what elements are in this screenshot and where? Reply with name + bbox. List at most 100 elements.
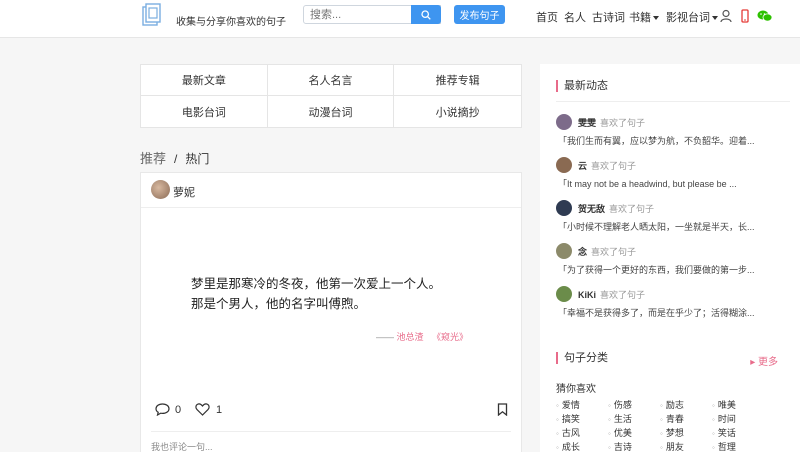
activity-item[interactable]: KiKi 喜欢了句子 「幸福不是获得多了，而是在乎少了；活得糊涂... xyxy=(556,286,790,326)
category-recommended-albums[interactable]: 推荐专辑 xyxy=(394,65,521,96)
tag-link[interactable]: 古风 xyxy=(556,427,608,440)
activity-action: 喜欢了句子 xyxy=(600,118,646,128)
feed-tabs: 推荐 / 热门 xyxy=(140,148,209,167)
top-header: 收集与分享你喜欢的句子 发布句子 首页 名人 古诗词 书籍 影视台词 xyxy=(0,0,800,38)
activity-item[interactable]: 贺无敌 喜欢了句子 「小时候不理解老人晒太阳，一坐就是半天，长... xyxy=(556,200,790,240)
tag-link[interactable]: 优美 xyxy=(608,427,660,440)
sentence-category-title: 句子分类 xyxy=(556,352,608,364)
quote-line-1: 梦里是那寒冷的冬夜，他第一次爱上一个人。 xyxy=(191,277,442,291)
category-latest-articles[interactable]: 最新文章 xyxy=(141,65,268,96)
activity-action: 喜欢了句子 xyxy=(609,204,655,214)
tag-link[interactable]: 生活 xyxy=(608,413,660,426)
activity-text[interactable]: 「It may not be a headwind, but please be… xyxy=(558,177,784,190)
nav-books[interactable]: 书籍 xyxy=(629,9,659,25)
tag-link[interactable]: 成长 xyxy=(556,441,608,452)
chevron-down-icon xyxy=(712,16,718,21)
avatar[interactable] xyxy=(556,114,572,130)
avatar[interactable] xyxy=(556,157,572,173)
tag-link[interactable]: 爱情 xyxy=(556,399,608,412)
activity-user[interactable]: 贺无敌 xyxy=(578,204,605,214)
latest-activity-title: 最新动态 xyxy=(556,80,608,92)
comment-input[interactable]: 我也评论一句... xyxy=(151,431,511,452)
avatar[interactable] xyxy=(556,286,572,302)
search-icon xyxy=(421,9,431,20)
category-famous-quotes[interactable]: 名人名言 xyxy=(267,65,395,96)
post-card: 萝妮 梦里是那寒冷的冬夜，他第一次爱上一个人。 那是个男人，他的名字叫傅煦。 —… xyxy=(140,172,522,452)
comment-button[interactable]: 0 xyxy=(155,403,181,416)
tag-link[interactable]: 朋友 xyxy=(660,441,712,452)
avatar[interactable] xyxy=(556,200,572,216)
like-button[interactable]: 1 xyxy=(195,403,222,416)
tag-link[interactable]: 唯美 xyxy=(712,399,764,412)
caret-right-icon: ▸ xyxy=(750,357,758,368)
divider xyxy=(556,101,790,102)
user-icon[interactable] xyxy=(719,9,733,23)
source-book[interactable]: 《窥光》 xyxy=(432,332,468,342)
bookmark-button[interactable] xyxy=(497,403,508,416)
nav-books-label: 书籍 xyxy=(629,12,651,24)
tag-link[interactable]: 时间 xyxy=(712,413,764,426)
activity-text[interactable]: 「为了获得一个更好的东西，我们要做的第一步... xyxy=(558,263,784,276)
activity-user[interactable]: 念 xyxy=(578,247,587,257)
tab-separator: / xyxy=(174,152,178,166)
heart-icon xyxy=(195,403,210,416)
activity-user[interactable]: KiKi xyxy=(578,290,596,300)
tag-list: 爱情 伤感 励志 唯美 搞笑 生活 青春 时间 古风 优美 梦想 笑话 成长 吉… xyxy=(556,399,786,452)
category-anime-lines[interactable]: 动漫台词 xyxy=(268,96,395,127)
nav-movie-lines[interactable]: 影视台词 xyxy=(666,9,718,25)
tag-link[interactable]: 哲理 xyxy=(712,441,764,452)
tag-link[interactable]: 梦想 xyxy=(660,427,712,440)
post-header: 萝妮 xyxy=(141,173,521,208)
mobile-icon[interactable] xyxy=(738,9,752,23)
nav-home[interactable]: 首页 xyxy=(536,9,558,25)
activity-text[interactable]: 「幸福不是获得多了，而是在乎少了；活得糊涂... xyxy=(558,306,784,319)
tag-link[interactable]: 青春 xyxy=(660,413,712,426)
logo-icon[interactable] xyxy=(142,2,164,28)
tag-link[interactable]: 吉诗 xyxy=(608,441,660,452)
category-grid: 最新文章 名人名言 推荐专辑 电影台词 动漫台词 小说摘抄 xyxy=(140,64,522,128)
activity-item[interactable]: 念喜欢了句子 「为了获得一个更好的东西，我们要做的第一步... xyxy=(556,243,790,283)
activity-item[interactable]: 云喜欢了句子 「It may not be a headwind, but pl… xyxy=(556,157,790,197)
sidebar: 最新动态 雯雯 喜欢了句子 「我们生而有翼，应以梦为航，不负韶华。迎着... 云喜… xyxy=(540,64,800,452)
activity-text[interactable]: 「我们生而有翼，应以梦为航，不负韶华。迎着... xyxy=(558,134,784,147)
more-label: 更多 xyxy=(758,357,778,368)
search-button[interactable] xyxy=(411,5,441,24)
more-link[interactable]: ▸ 更多 xyxy=(750,353,778,368)
tag-link[interactable]: 伤感 xyxy=(608,399,660,412)
activity-action: 喜欢了句子 xyxy=(591,247,637,257)
activity-user[interactable]: 云 xyxy=(578,161,587,171)
publish-button[interactable]: 发布句子 xyxy=(454,5,505,24)
nav-movie-lines-label: 影视台词 xyxy=(666,12,710,24)
activity-user[interactable]: 雯雯 xyxy=(578,118,596,128)
source-author[interactable]: 池总渣 xyxy=(396,332,423,342)
post-quote[interactable]: 梦里是那寒冷的冬夜，他第一次爱上一个人。 那是个男人，他的名字叫傅煦。 xyxy=(191,274,441,314)
like-count: 1 xyxy=(216,403,223,416)
post-author[interactable]: 萝妮 xyxy=(173,184,195,200)
activity-action: 喜欢了句子 xyxy=(591,161,637,171)
tab-recommend[interactable]: 推荐 xyxy=(140,151,166,166)
avatar[interactable] xyxy=(151,180,170,199)
nav-poetry[interactable]: 古诗词 xyxy=(592,9,625,25)
site-slogan: 收集与分享你喜欢的句子 xyxy=(176,17,286,28)
nav-celebrities[interactable]: 名人 xyxy=(564,9,586,25)
chevron-down-icon xyxy=(653,16,659,21)
activity-item[interactable]: 雯雯 喜欢了句子 「我们生而有翼，应以梦为航，不负韶华。迎着... xyxy=(556,114,790,154)
activity-text[interactable]: 「小时候不理解老人晒太阳，一坐就是半天，长... xyxy=(558,220,784,233)
quote-line-2: 那是个男人，他的名字叫傅煦。 xyxy=(191,297,367,311)
tab-hot[interactable]: 热门 xyxy=(185,152,209,166)
search-input[interactable] xyxy=(304,6,412,23)
post-source: —— 池总渣 《窥光》 xyxy=(376,330,468,343)
tag-link[interactable]: 励志 xyxy=(660,399,712,412)
tag-link[interactable]: 笑话 xyxy=(712,427,764,440)
wechat-icon[interactable] xyxy=(757,9,773,23)
bookmark-icon xyxy=(497,403,508,416)
category-novel-excerpts[interactable]: 小说摘抄 xyxy=(394,96,521,127)
post-actions: 0 1 xyxy=(155,403,511,421)
comment-count: 0 xyxy=(175,403,182,416)
activity-action: 喜欢了句子 xyxy=(600,290,646,300)
category-movie-lines[interactable]: 电影台词 xyxy=(141,96,268,127)
source-dash: —— xyxy=(375,332,394,342)
tag-link[interactable]: 搞笑 xyxy=(556,413,608,426)
guess-you-like-label: 猜你喜欢 xyxy=(556,384,596,395)
avatar[interactable] xyxy=(556,243,572,259)
